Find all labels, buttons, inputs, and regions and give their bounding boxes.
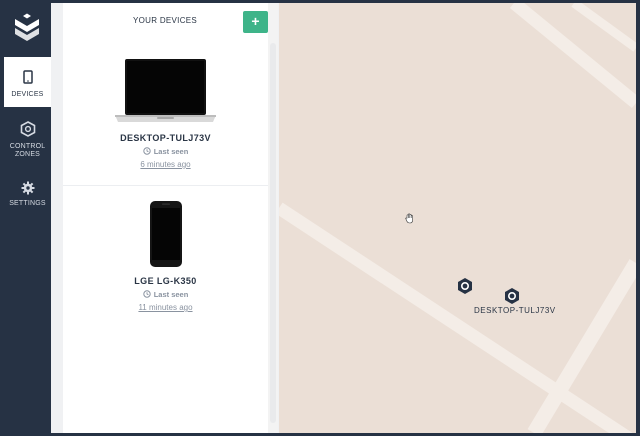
nav-label-settings: SETTINGS <box>9 200 46 207</box>
nav-item-devices[interactable]: DEVICES <box>4 57 51 107</box>
nav-item-control-zones[interactable]: CONTROL ZONES <box>4 119 51 165</box>
panel-title: YOUR DEVICES <box>133 16 198 25</box>
nav-label-devices: DEVICES <box>11 91 44 98</box>
hand-cursor-icon <box>405 213 413 224</box>
device-status-label: Last seen <box>153 147 189 156</box>
add-device-button[interactable]: + <box>243 11 268 33</box>
logo-icon[interactable] <box>12 13 42 45</box>
devices-panel: YOUR DEVICES + DESKTOP-TULJ73V Last seen <box>51 3 279 433</box>
device-marker-icon[interactable] <box>503 287 521 305</box>
phone-icon <box>150 201 182 267</box>
app-window: DEVICES CONTROL ZONES SETTINGS YOUR DEVI… <box>0 0 640 436</box>
nav-item-settings[interactable]: SETTINGS <box>4 179 51 215</box>
device-status-label: Last seen <box>153 290 189 299</box>
device-name: LGE LG-K350 <box>134 276 197 286</box>
device-card-phone[interactable]: LGE LG-K350 Last seen 11 minutes ago <box>63 186 268 326</box>
scrollbar[interactable] <box>268 3 278 433</box>
gear-icon <box>21 181 34 195</box>
scrollbar-thumb[interactable] <box>270 43 276 423</box>
sidebar-nav: DEVICES CONTROL ZONES SETTINGS <box>4 3 51 433</box>
nav-label-zones: ZONES <box>14 151 41 158</box>
clock-icon <box>142 290 151 298</box>
laptop-icon <box>115 59 216 122</box>
tablet-icon <box>22 70 33 84</box>
map-view[interactable]: DESKTOP-TULJ73V <box>279 3 636 433</box>
marker-label: DESKTOP-TULJ73V <box>474 306 556 315</box>
clock-icon <box>142 147 151 155</box>
map-roads <box>279 3 636 433</box>
device-last-seen-time[interactable]: 11 minutes ago <box>63 303 268 312</box>
zone-icon <box>20 121 35 137</box>
device-status: Last seen <box>63 290 268 299</box>
device-name: DESKTOP-TULJ73V <box>120 133 211 143</box>
device-list: YOUR DEVICES + DESKTOP-TULJ73V Last seen <box>63 3 268 433</box>
device-status: Last seen <box>63 147 268 156</box>
device-last-seen-time[interactable]: 6 minutes ago <box>63 160 268 169</box>
nav-label-control: CONTROL <box>9 143 46 150</box>
device-marker-icon[interactable] <box>456 277 474 295</box>
device-card-desktop[interactable]: DESKTOP-TULJ73V Last seen 6 minutes ago <box>63 43 268 186</box>
